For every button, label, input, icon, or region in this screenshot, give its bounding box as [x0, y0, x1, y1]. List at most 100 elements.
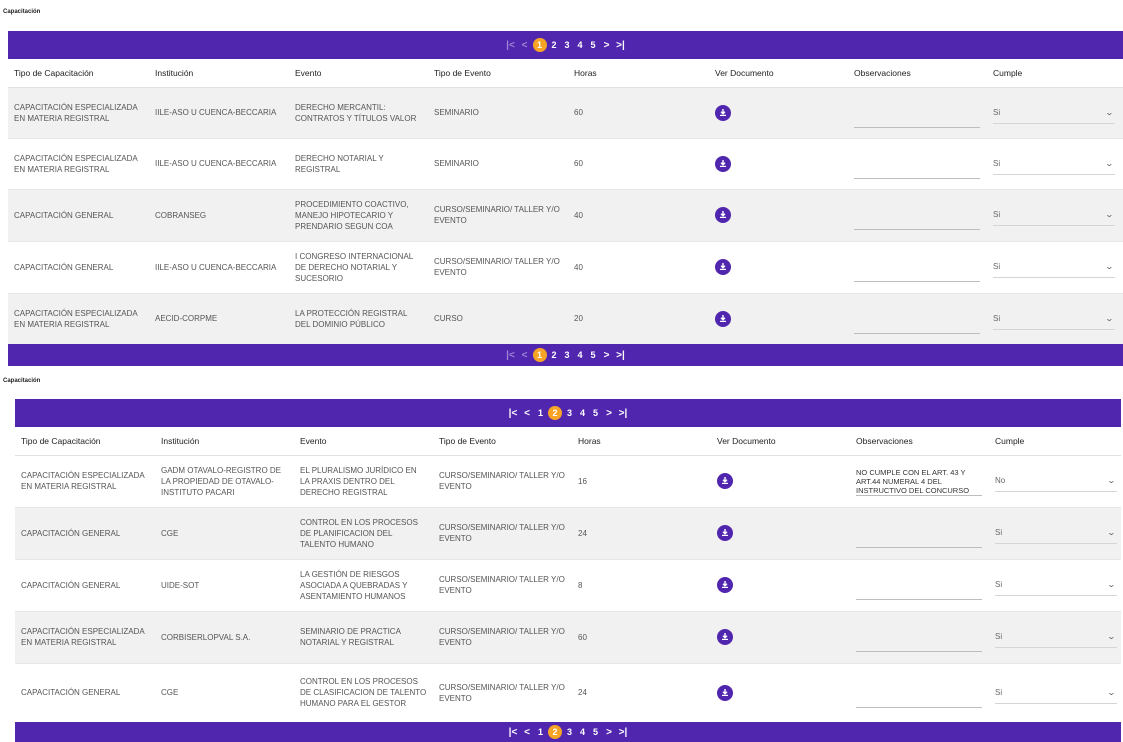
cumple-select[interactable]: Si ⌄: [995, 574, 1117, 596]
page-1-button[interactable]: 1: [532, 348, 547, 362]
tipo-capacitacion-cell: CAPACITACIÓN GENERAL: [8, 189, 149, 242]
last-page-button[interactable]: >|: [616, 725, 630, 739]
column-header: Cumple: [987, 59, 1123, 88]
cumple-select[interactable]: Si ⌄: [995, 626, 1117, 648]
prev-page-button[interactable]: <: [520, 725, 534, 739]
tipo-capacitacion-cell: CAPACITACIÓN ESPECIALIZADA EN MATERIA RE…: [8, 138, 149, 190]
page-4-button[interactable]: 4: [576, 406, 589, 420]
cumple-select[interactable]: Si ⌄: [995, 522, 1117, 544]
column-header: Tipo de Capacitación: [15, 427, 155, 456]
cumple-cell: Si ⌄: [989, 663, 1121, 723]
horas-cell: 24: [572, 507, 711, 560]
observaciones-input[interactable]: [856, 678, 982, 708]
observaciones-input[interactable]: [856, 518, 982, 548]
prev-page-button[interactable]: <: [518, 348, 532, 362]
institucion-cell: GADM OTAVALO-REGISTRO DE LA PROPIEDAD DE…: [155, 455, 294, 508]
download-circle-icon[interactable]: [715, 155, 731, 172]
table-row: CAPACITACIÓN ESPECIALIZADA EN MATERIA RE…: [8, 293, 1123, 345]
page-4-button[interactable]: 4: [576, 725, 589, 739]
download-circle-icon[interactable]: [715, 259, 731, 275]
observaciones-input[interactable]: [854, 304, 980, 334]
observaciones-input[interactable]: [854, 149, 980, 179]
page-5-button[interactable]: 5: [589, 406, 602, 420]
observaciones-input[interactable]: NO CUMPLE CON EL ART. 43 Y ART.44 NUMERA…: [856, 466, 982, 496]
table-row: CAPACITACIÓN GENERAL UIDE-SOT LA GESTIÓN…: [15, 559, 1121, 612]
cumple-cell: Si ⌄: [987, 87, 1123, 139]
page-2-button[interactable]: 2: [548, 348, 561, 362]
table-header: Tipo de Capacitación Institución Evento …: [15, 427, 1121, 456]
download-circle-icon[interactable]: [717, 525, 733, 541]
first-page-button[interactable]: |<: [504, 38, 518, 52]
tipo-evento-cell: CURSO/SEMINARIO/ TALLER Y/O EVENTO: [428, 241, 568, 294]
page-3-button[interactable]: 3: [563, 725, 576, 739]
horas-cell: 8: [572, 559, 711, 612]
page-5-button[interactable]: 5: [589, 725, 602, 739]
horas-cell: 40: [568, 189, 709, 242]
next-page-button[interactable]: >: [600, 348, 614, 362]
cumple-value: Si: [995, 580, 1003, 589]
cumple-select[interactable]: Si ⌄: [993, 204, 1115, 226]
column-header: Institución: [155, 427, 294, 456]
cumple-cell: Si ⌄: [987, 241, 1123, 294]
cumple-select[interactable]: Si ⌄: [993, 308, 1115, 330]
observaciones-input[interactable]: [856, 570, 982, 600]
last-page-button[interactable]: >|: [616, 406, 630, 420]
cumple-select[interactable]: No ⌄: [995, 470, 1117, 492]
page-3-button[interactable]: 3: [561, 38, 574, 52]
cumple-value: Si: [993, 313, 1001, 323]
observaciones-input[interactable]: [856, 622, 982, 652]
cumple-value: No: [995, 476, 1006, 485]
page-1-button[interactable]: 1: [532, 38, 547, 52]
page-5-button[interactable]: 5: [587, 38, 600, 52]
download-circle-icon[interactable]: [715, 104, 731, 121]
observaciones-input[interactable]: [854, 252, 980, 282]
download-circle-icon[interactable]: [715, 207, 731, 223]
page-2-button[interactable]: 2: [548, 38, 561, 52]
download-circle-icon[interactable]: [717, 629, 733, 645]
page-2-button[interactable]: 2: [548, 406, 562, 420]
page-4-button[interactable]: 4: [574, 348, 587, 362]
tipo-evento-cell: CURSO/SEMINARIO/ TALLER Y/O EVENTO: [433, 611, 572, 664]
institucion-cell: IILE-ASO U CUENCA-BECCARIA: [149, 241, 289, 294]
horas-cell: 60: [572, 611, 711, 664]
ver-documento-cell: [711, 455, 850, 508]
cumple-select[interactable]: Si ⌄: [993, 102, 1115, 124]
page-1-button[interactable]: 1: [534, 406, 547, 420]
cumple-cell: Si ⌄: [989, 507, 1121, 560]
next-page-button[interactable]: >: [602, 725, 616, 739]
download-circle-icon[interactable]: [717, 577, 733, 593]
page-4-button[interactable]: 4: [574, 38, 587, 52]
cumple-select[interactable]: Si ⌄: [993, 256, 1115, 278]
tipo-evento-cell: SEMINARIO: [428, 138, 568, 190]
cumple-value: Si: [995, 632, 1003, 641]
last-page-button[interactable]: >|: [614, 348, 628, 362]
cumple-select[interactable]: Si ⌄: [993, 153, 1115, 175]
cumple-select[interactable]: Si ⌄: [995, 682, 1117, 704]
observaciones-input[interactable]: [854, 200, 980, 230]
page-1-button[interactable]: 1: [534, 725, 547, 739]
download-circle-icon[interactable]: [717, 684, 733, 701]
last-page-button[interactable]: >|: [614, 38, 628, 52]
download-circle-icon[interactable]: [715, 310, 731, 327]
page-3-button[interactable]: 3: [561, 348, 574, 362]
horas-cell: 16: [572, 455, 711, 508]
tipo-evento-cell: SEMINARIO: [428, 87, 568, 139]
download-circle-icon[interactable]: [717, 473, 733, 489]
prev-page-button[interactable]: <: [520, 406, 534, 420]
next-page-button[interactable]: >: [600, 38, 614, 52]
page-5-button[interactable]: 5: [587, 348, 600, 362]
cumple-value: Si: [993, 262, 1001, 271]
first-page-button[interactable]: |<: [506, 725, 520, 739]
ver-documento-cell: [709, 293, 848, 345]
prev-page-button[interactable]: <: [518, 38, 532, 52]
pagination: |< < 1 2 3 4 5 > >|: [506, 725, 630, 739]
first-page-button[interactable]: |<: [506, 406, 520, 420]
ver-documento-cell: [709, 189, 848, 242]
observaciones-input[interactable]: [854, 98, 980, 128]
first-page-button[interactable]: |<: [504, 348, 518, 362]
page-2-button[interactable]: 2: [548, 725, 562, 739]
next-page-button[interactable]: >: [602, 406, 616, 420]
table-row: CAPACITACIÓN GENERAL CGE CONTROL EN LOS …: [15, 663, 1121, 723]
page-3-button[interactable]: 3: [563, 406, 576, 420]
cumple-value: Si: [995, 528, 1003, 537]
